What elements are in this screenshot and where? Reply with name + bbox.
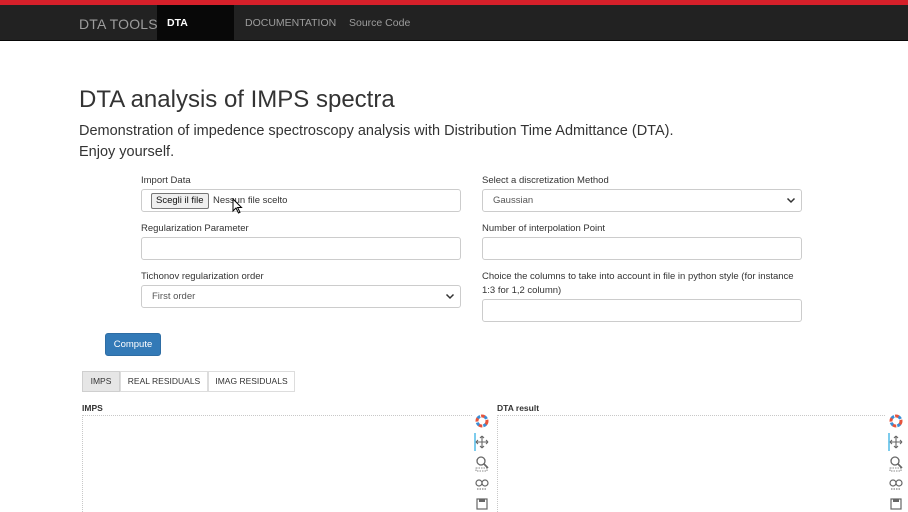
page-title: DTA analysis of IMPS spectra <box>79 86 395 113</box>
tichonov-order-label: Tichonov regularization order <box>141 271 264 282</box>
description-line-2: Enjoy yourself. <box>79 144 175 160</box>
nav-item-source-code[interactable]: Source Code <box>339 5 420 41</box>
compute-button[interactable]: Compute <box>105 333 161 356</box>
tichonov-order-value: First order <box>152 291 196 302</box>
bokeh-logo-icon <box>889 414 903 428</box>
page: DTA TOOLS DTA program DOCUMENTATION Sour… <box>0 0 908 512</box>
columns-choice-input[interactable] <box>482 299 802 322</box>
navbar: DTA TOOLS DTA program DOCUMENTATION Sour… <box>0 5 908 65</box>
dta-plot-toolbar <box>887 412 905 512</box>
page-description: Demonstration of impedence spectroscopy … <box>79 121 779 163</box>
columns-choice-label: Choice the columns to take into account … <box>482 271 794 296</box>
tab-imag-residuals[interactable]: IMAG RESIDUALS <box>208 371 295 392</box>
dta-result-panel-title: DTA result <box>497 403 540 413</box>
save-icon[interactable] <box>887 496 905 512</box>
file-input[interactable]: Scegli il file Nessun file scelto <box>141 189 461 212</box>
nav-item-dta-program[interactable]: DTA program <box>157 5 234 65</box>
tab-real-residuals[interactable]: REAL RESIDUALS <box>120 371 208 392</box>
reset-icon[interactable] <box>887 475 905 493</box>
pan-icon[interactable] <box>887 433 905 451</box>
interpolation-points-label: Number of interpolation Point <box>482 223 606 234</box>
imps-plot-toolbar <box>473 412 491 512</box>
pan-icon[interactable] <box>473 433 491 451</box>
tab-imps[interactable]: IMPS <box>82 371 120 392</box>
interpolation-points-input[interactable] <box>482 237 802 260</box>
zoom-icon[interactable] <box>473 454 491 472</box>
chevron-down-icon <box>445 293 455 300</box>
navbar-brand[interactable]: DTA TOOLS <box>79 16 158 32</box>
import-data-label: Import Data <box>141 175 191 186</box>
imps-plot-area[interactable] <box>82 415 472 512</box>
bokeh-logo-icon <box>475 414 489 428</box>
reset-icon[interactable] <box>473 475 491 493</box>
regularization-parameter-input[interactable] <box>141 237 461 260</box>
nav-item-documentation[interactable]: DOCUMENTATION <box>235 5 346 41</box>
discretization-method-label: Select a discretization Method <box>482 175 609 186</box>
file-status-text: Nessun file scelto <box>213 195 288 206</box>
zoom-icon[interactable] <box>887 454 905 472</box>
discretization-method-select[interactable]: Gaussian <box>482 189 802 212</box>
imps-panel-title: IMPS <box>82 403 103 413</box>
tichonov-order-select[interactable]: First order <box>141 285 461 308</box>
description-line-1: Demonstration of impedence spectroscopy … <box>79 123 674 139</box>
chevron-down-icon <box>786 197 796 204</box>
regularization-parameter-label: Regularization Parameter <box>141 223 249 234</box>
discretization-method-value: Gaussian <box>493 195 534 206</box>
mouse-cursor-icon <box>232 198 243 214</box>
choose-file-button[interactable]: Scegli il file <box>151 193 209 209</box>
save-icon[interactable] <box>473 496 491 512</box>
dta-result-plot-area[interactable] <box>497 415 885 512</box>
